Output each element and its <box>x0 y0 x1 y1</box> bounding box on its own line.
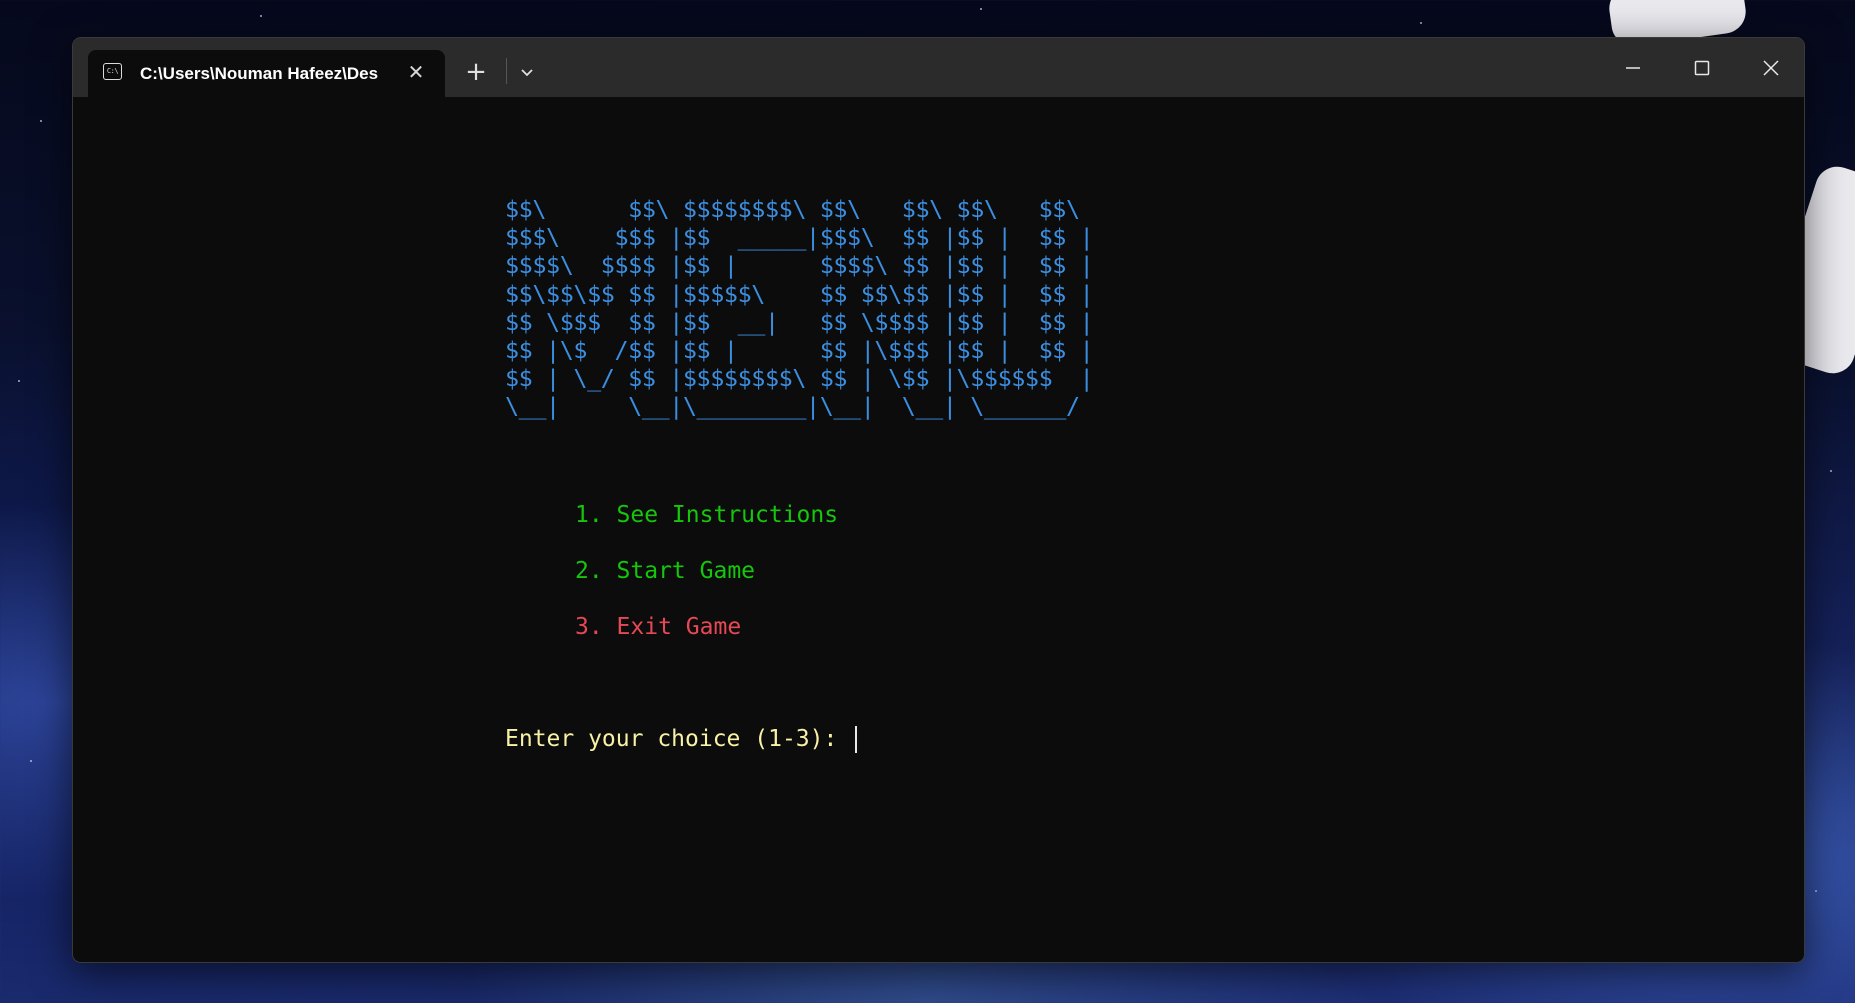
menu-option-instructions: 1. See Instructions <box>575 502 839 528</box>
wallpaper-star <box>1420 22 1422 24</box>
close-icon <box>1763 60 1779 76</box>
terminal-icon: C:\ <box>103 63 122 80</box>
close-button[interactable] <box>1736 38 1804 97</box>
wallpaper-star <box>40 120 42 122</box>
wallpaper-star <box>30 760 32 762</box>
minimize-button[interactable] <box>1598 38 1667 97</box>
menu-ascii-banner: $$\ $$\ $$$$$$$$\ $$\ $$\ $$\ $$\ $$$\ $… <box>505 195 1094 421</box>
terminal-window: C:\ C:\Users\Nouman Hafeez\Des ✕ + $$\ $… <box>72 37 1805 963</box>
tab-close-icon[interactable]: ✕ <box>405 61 427 83</box>
tab-divider <box>506 58 507 84</box>
menu-option-exit-game: 3. Exit Game <box>575 614 742 640</box>
wallpaper-star <box>1815 890 1817 892</box>
wallpaper-star <box>18 380 20 382</box>
chevron-down-icon[interactable] <box>515 60 539 84</box>
maximize-button[interactable] <box>1667 38 1736 97</box>
new-tab-button[interactable]: + <box>461 57 491 87</box>
wallpaper-star <box>260 15 262 17</box>
minimize-icon <box>1626 67 1640 69</box>
tab-title: C:\Users\Nouman Hafeez\Des <box>140 64 379 83</box>
maximize-icon <box>1694 60 1710 76</box>
title-bar[interactable]: C:\ C:\Users\Nouman Hafeez\Des ✕ + <box>73 38 1804 97</box>
menu-option-start-game: 2. Start Game <box>575 558 756 584</box>
choice-prompt: Enter your choice (1-3): <box>505 726 852 752</box>
wallpaper-star <box>1830 470 1832 472</box>
terminal-output[interactable]: $$\ $$\ $$$$$$$$\ $$\ $$\ $$\ $$\ $$$\ $… <box>73 97 1804 962</box>
text-cursor[interactable] <box>855 726 857 753</box>
wallpaper-star <box>980 8 982 10</box>
terminal-tab[interactable]: C:\ C:\Users\Nouman Hafeez\Des ✕ <box>88 50 445 97</box>
